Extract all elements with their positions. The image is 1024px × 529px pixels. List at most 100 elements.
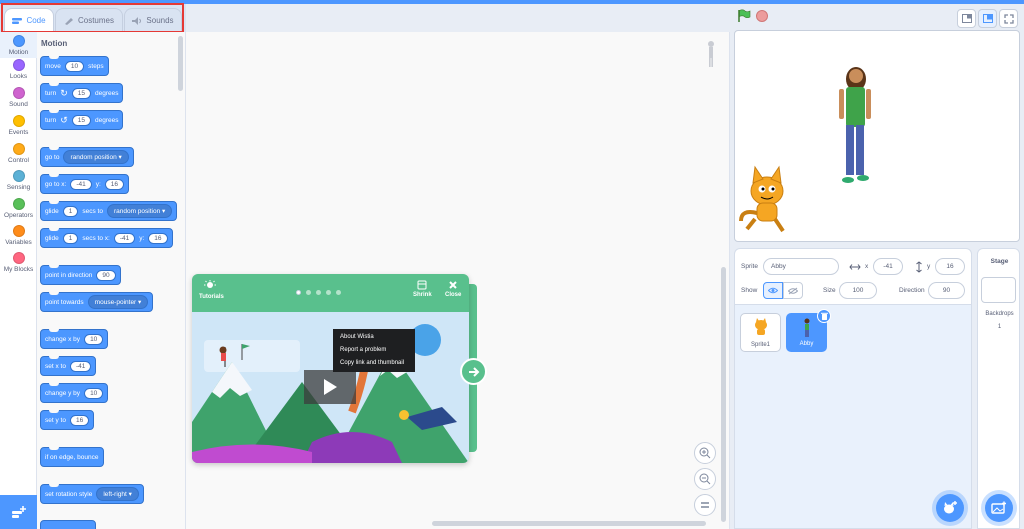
block-text: glide <box>45 234 59 242</box>
delete-sprite-button[interactable] <box>817 309 831 323</box>
block-input[interactable]: 90 <box>96 269 116 281</box>
small-stage-button[interactable] <box>957 9 976 28</box>
y-position-input[interactable]: 16 <box>935 258 965 275</box>
block-turn-left[interactable]: turn ↺ 15 degrees <box>40 110 124 130</box>
block-input[interactable]: -41 <box>113 232 136 244</box>
show-hidden-button[interactable] <box>783 282 803 299</box>
block-input[interactable]: 10 <box>64 60 85 72</box>
block-dropdown[interactable]: random position <box>106 204 173 218</box>
category-events[interactable]: Events <box>0 115 37 136</box>
shrink-button[interactable]: Shrink <box>413 280 432 298</box>
zoom-reset-button[interactable] <box>694 494 716 516</box>
block-dropdown[interactable]: random position <box>63 150 129 164</box>
block-go-to-xy[interactable]: go to x: -41 y: 16 <box>40 174 130 194</box>
block-set-y[interactable]: set y to 16 <box>40 410 95 430</box>
block-go-to[interactable]: go to random position <box>40 147 134 167</box>
sprite-thumb-sprite1[interactable]: Sprite1 <box>740 313 781 352</box>
block-text: move <box>45 62 61 70</box>
choose-sprite-button[interactable] <box>936 494 964 522</box>
block-text: turn <box>45 89 57 97</box>
backdrops-label: Backdrops <box>985 311 1014 317</box>
tutorial-card: Tutorials Shrink Close <box>192 274 469 463</box>
block-input[interactable]: -41 <box>69 360 92 372</box>
zoom-in-button[interactable] <box>694 442 716 464</box>
block-input[interactable]: 15 <box>71 114 91 126</box>
category-sensing[interactable]: Sensing <box>0 170 37 191</box>
cat-sprite[interactable] <box>739 165 785 233</box>
block-text: go to <box>45 153 60 161</box>
stage-selector[interactable]: Stage Backdrops 1 <box>977 248 1020 529</box>
block-rotation-style[interactable]: set rotation style left-right <box>40 484 144 504</box>
menu-item-report-problem[interactable]: Report a problem <box>333 344 415 357</box>
show-label: Show <box>741 287 758 294</box>
menu-item-about-wistia[interactable]: About Wistia <box>333 331 415 344</box>
code-vertical-scrollbar[interactable] <box>721 267 726 522</box>
category-variables[interactable]: Variables <box>0 225 37 246</box>
block-input[interactable]: 10 <box>84 387 104 399</box>
add-extension-button[interactable] <box>0 495 37 529</box>
close-tutorial-button[interactable]: Close <box>445 280 461 298</box>
size-input[interactable]: 100 <box>839 282 877 299</box>
block-input[interactable]: 10 <box>84 333 104 345</box>
block-point-towards[interactable]: point towards mouse-pointer <box>40 292 154 312</box>
fullscreen-icon <box>1003 13 1014 24</box>
block-input[interactable]: 16 <box>148 232 168 244</box>
block-point-direction[interactable]: point in direction 90 <box>40 265 121 285</box>
sprite-name-input[interactable]: Abby <box>763 258 839 275</box>
tutorials-button[interactable]: Tutorials <box>199 280 224 300</box>
direction-input[interactable]: 90 <box>928 282 965 299</box>
fullscreen-button[interactable] <box>999 9 1018 28</box>
progress-dot[interactable] <box>326 290 331 295</box>
block-input[interactable]: 15 <box>71 87 91 99</box>
progress-dot[interactable] <box>316 290 321 295</box>
block-set-x[interactable]: set x to -41 <box>40 356 97 376</box>
category-sensing-label: Sensing <box>6 184 31 191</box>
category-looks[interactable]: Looks <box>0 59 37 80</box>
category-control[interactable]: Control <box>0 143 37 164</box>
block-partial[interactable] <box>40 520 96 529</box>
code-horizontal-scrollbar[interactable] <box>432 521 706 526</box>
progress-dot[interactable] <box>306 290 311 295</box>
stage-canvas[interactable] <box>734 30 1020 242</box>
category-variables-label: Variables <box>5 239 32 246</box>
block-glide-xy[interactable]: glide 1 secs to x: -41 y: 16 <box>40 228 173 248</box>
category-sound[interactable]: Sound <box>0 87 37 108</box>
green-flag-icon[interactable] <box>737 9 751 23</box>
variables-dot-icon <box>12 225 25 237</box>
block-input[interactable]: 1 <box>62 232 79 244</box>
block-change-x[interactable]: change x by 10 <box>40 329 109 349</box>
video-play-button[interactable] <box>304 370 356 404</box>
progress-dot[interactable] <box>296 290 301 295</box>
category-events-label: Events <box>8 129 29 136</box>
category-my-blocks[interactable]: My Blocks <box>0 252 37 273</box>
tutorial-next-button[interactable] <box>460 358 487 385</box>
block-input[interactable]: 16 <box>69 414 90 426</box>
show-visible-button[interactable] <box>763 282 783 299</box>
normal-stage-button[interactable] <box>978 9 997 28</box>
zoom-out-button[interactable] <box>694 468 716 490</box>
block-input[interactable]: 16 <box>104 178 125 190</box>
stage-header <box>730 4 1024 30</box>
abby-sprite[interactable] <box>839 67 871 183</box>
block-move-steps[interactable]: move 10 steps <box>40 56 109 76</box>
block-input[interactable]: -41 <box>70 178 92 190</box>
block-input[interactable]: 1 <box>62 205 79 217</box>
block-turn-right[interactable]: turn ↻ 15 degrees <box>40 83 124 103</box>
stage-thumbnail[interactable] <box>981 277 1016 303</box>
choose-backdrop-button[interactable] <box>985 494 1013 522</box>
x-position-input[interactable]: -41 <box>873 258 903 275</box>
block-change-y[interactable]: change y by 10 <box>40 383 109 403</box>
block-dropdown[interactable]: left-right <box>96 487 139 501</box>
progress-dot[interactable] <box>336 290 341 295</box>
palette-scrollbar[interactable] <box>178 36 183 91</box>
category-operators[interactable]: Operators <box>0 198 37 219</box>
category-motion[interactable]: Motion <box>0 32 37 58</box>
category-motion-label: Motion <box>8 49 29 56</box>
menu-item-copy-link[interactable]: Copy link and thumbnail <box>333 357 415 370</box>
tabs-highlight-box <box>1 3 184 33</box>
block-text: y: <box>139 234 145 242</box>
stop-button[interactable] <box>756 10 768 22</box>
block-glide-to[interactable]: glide 1 secs to random position <box>40 201 178 221</box>
block-bounce[interactable]: if on edge, bounce <box>40 447 104 467</box>
block-dropdown[interactable]: mouse-pointer <box>87 295 149 309</box>
